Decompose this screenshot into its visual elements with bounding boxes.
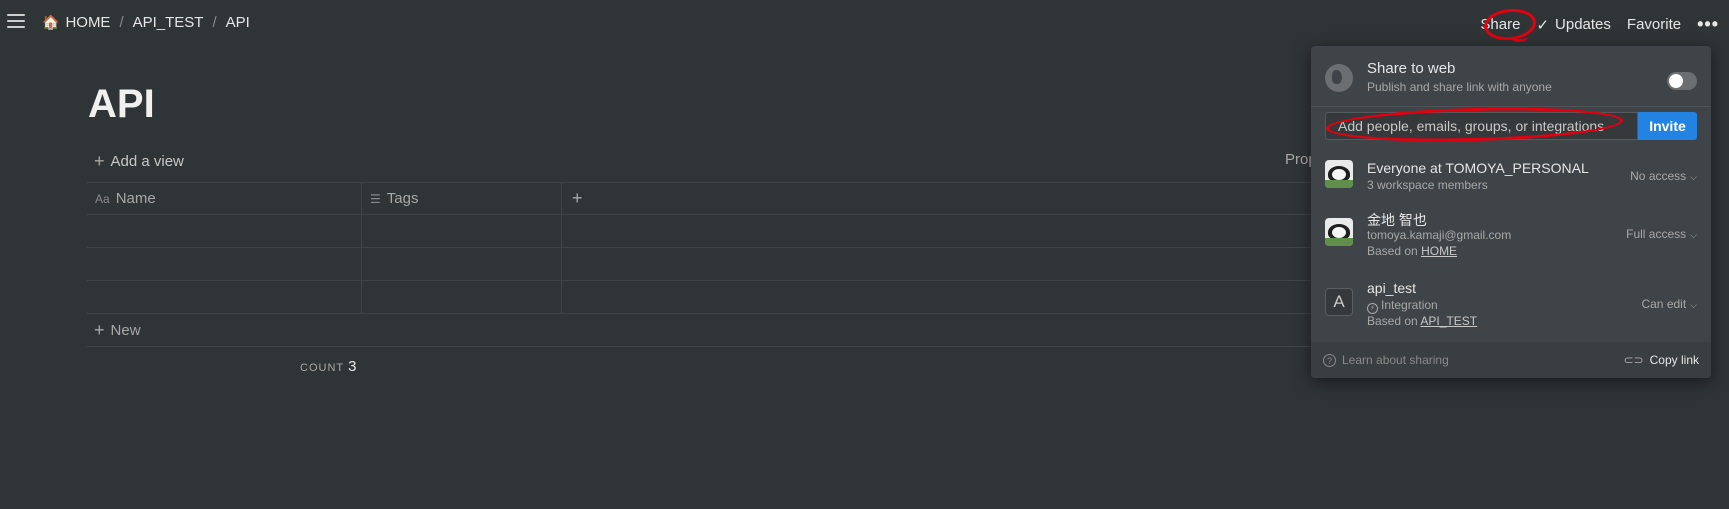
learn-about-sharing-link[interactable]: ? Learn about sharing — [1323, 353, 1449, 367]
share-popup-footer: ? Learn about sharing ⊂⊃ Copy link — [1311, 342, 1711, 378]
table-header: Aa Name ☰ Tags + — [87, 182, 1327, 215]
breadcrumb-api-test[interactable]: API_TEST — [133, 14, 204, 31]
divider — [1311, 106, 1711, 107]
help-icon: ? — [1323, 353, 1336, 367]
check-icon: ✓ — [1536, 16, 1550, 34]
hamburger-menu-icon[interactable] — [7, 14, 25, 30]
access-dropdown[interactable]: No access ⌵ — [1630, 169, 1697, 183]
member-based-on: Based on API_TEST — [1367, 314, 1477, 328]
page-title: API — [88, 82, 155, 126]
more-options-icon[interactable]: ••• — [1697, 14, 1719, 35]
toggle-knob — [1669, 74, 1683, 88]
new-row-button[interactable]: + New — [87, 314, 1327, 347]
share-to-web-row: Share to web Publish and share link with… — [1325, 56, 1697, 96]
table-row[interactable] — [87, 248, 1327, 281]
member-based-on: Based on HOME — [1367, 244, 1457, 258]
table-row[interactable] — [87, 281, 1327, 314]
table-cell[interactable] — [362, 281, 562, 313]
member-name: 金地 智也 — [1367, 212, 1427, 228]
plus-icon: + — [94, 151, 105, 171]
chevron-down-icon: ⌵ — [1690, 300, 1697, 310]
plus-icon: + — [572, 188, 583, 208]
member-row-user[interactable]: 金地 智也 tomoya.kamaji@gmail.com Based on H… — [1325, 210, 1697, 258]
breadcrumb: 🏠 HOME / API_TEST / API — [42, 14, 250, 31]
access-label: Can edit — [1641, 297, 1687, 311]
column-tags-label: Tags — [386, 190, 419, 207]
copy-link-button[interactable]: ⊂⊃ Copy link — [1624, 353, 1699, 367]
table-cell[interactable] — [87, 248, 362, 280]
breadcrumb-separator: / — [212, 14, 217, 31]
count-value: 3 — [348, 358, 357, 375]
add-view-label: Add a view — [110, 153, 184, 170]
member-row-integration[interactable]: A api_test ⚡ Integration Based on API_TES… — [1325, 280, 1697, 328]
member-row-workspace[interactable]: Everyone at TOMOYA_PERSONAL 3 workspace … — [1325, 160, 1697, 194]
based-on-link-home[interactable]: HOME — [1421, 244, 1457, 258]
member-name: api_test — [1367, 280, 1417, 296]
integration-icon: ⚡ — [1367, 303, 1378, 314]
updates-label: Updates — [1555, 16, 1611, 33]
invite-input[interactable] — [1325, 112, 1638, 140]
database-table: Aa Name ☰ Tags + + New — [87, 182, 1327, 347]
breadcrumb-separator: / — [119, 14, 124, 31]
access-dropdown[interactable]: Can edit ⌵ — [1641, 297, 1697, 311]
breadcrumb-api[interactable]: API — [226, 14, 250, 31]
invite-row: Invite — [1325, 112, 1697, 140]
integration-avatar: A — [1325, 288, 1353, 316]
breadcrumb-home[interactable]: HOME — [65, 14, 110, 31]
column-header-tags[interactable]: ☰ Tags — [362, 183, 562, 214]
copy-link-label: Copy link — [1649, 353, 1699, 367]
table-cell-empty — [562, 215, 1327, 247]
table-cell[interactable] — [87, 281, 362, 313]
member-type: ⚡ Integration — [1367, 298, 1438, 314]
table-row[interactable] — [87, 215, 1327, 248]
share-to-web-subtitle: Publish and share link with anyone — [1367, 80, 1552, 94]
invite-button[interactable]: Invite — [1638, 112, 1697, 140]
chevron-down-icon: ⌵ — [1690, 230, 1697, 240]
column-name-label: Name — [115, 190, 156, 207]
share-button[interactable]: Share — [1480, 16, 1520, 33]
link-icon: ⊂⊃ — [1623, 353, 1644, 367]
chevron-down-icon: ⌵ — [1690, 172, 1697, 182]
updates-button[interactable]: ✓ Updates — [1536, 16, 1610, 34]
access-dropdown[interactable]: Full access ⌵ — [1626, 227, 1697, 241]
access-label: Full access — [1626, 227, 1687, 241]
member-name: Everyone at TOMOYA_PERSONAL — [1367, 160, 1589, 176]
topbar: 🏠 HOME / API_TEST / API Share ✓ Updates … — [0, 0, 1729, 48]
table-cell-empty — [562, 248, 1327, 280]
workspace-avatar — [1325, 160, 1353, 188]
count-label: COUNT — [300, 362, 345, 374]
new-row-label: New — [110, 321, 141, 339]
globe-icon — [1325, 64, 1353, 92]
learn-label: Learn about sharing — [1342, 353, 1449, 367]
row-count[interactable]: COUNT 3 — [300, 358, 356, 375]
text-property-icon: Aa — [95, 191, 110, 206]
topbar-actions: Share ✓ Updates Favorite ••• — [1464, 14, 1719, 35]
table-cell-empty — [562, 281, 1327, 313]
share-to-web-title: Share to web — [1367, 60, 1456, 77]
home-emoji-icon: 🏠 — [42, 14, 60, 30]
based-on-prefix: Based on — [1367, 314, 1418, 328]
user-avatar — [1325, 218, 1353, 246]
table-cell[interactable] — [87, 215, 362, 247]
based-on-link-api-test[interactable]: API_TEST — [1420, 314, 1477, 328]
share-to-web-toggle[interactable] — [1667, 72, 1697, 90]
plus-icon: + — [94, 319, 105, 340]
member-email: tomoya.kamaji@gmail.com — [1367, 228, 1512, 242]
list-icon: ☰ — [370, 191, 381, 206]
favorite-button[interactable]: Favorite — [1627, 16, 1681, 33]
member-type-label: Integration — [1381, 298, 1438, 312]
add-view-button[interactable]: + Add a view — [94, 151, 184, 172]
table-cell[interactable] — [362, 248, 562, 280]
share-popup: Share to web Publish and share link with… — [1311, 46, 1711, 378]
access-label: No access — [1630, 169, 1687, 183]
table-cell[interactable] — [362, 215, 562, 247]
member-subtitle: 3 workspace members — [1367, 178, 1488, 192]
add-column-button[interactable]: + — [562, 183, 1327, 214]
column-header-name[interactable]: Aa Name — [87, 183, 362, 214]
based-on-prefix: Based on — [1367, 244, 1418, 258]
